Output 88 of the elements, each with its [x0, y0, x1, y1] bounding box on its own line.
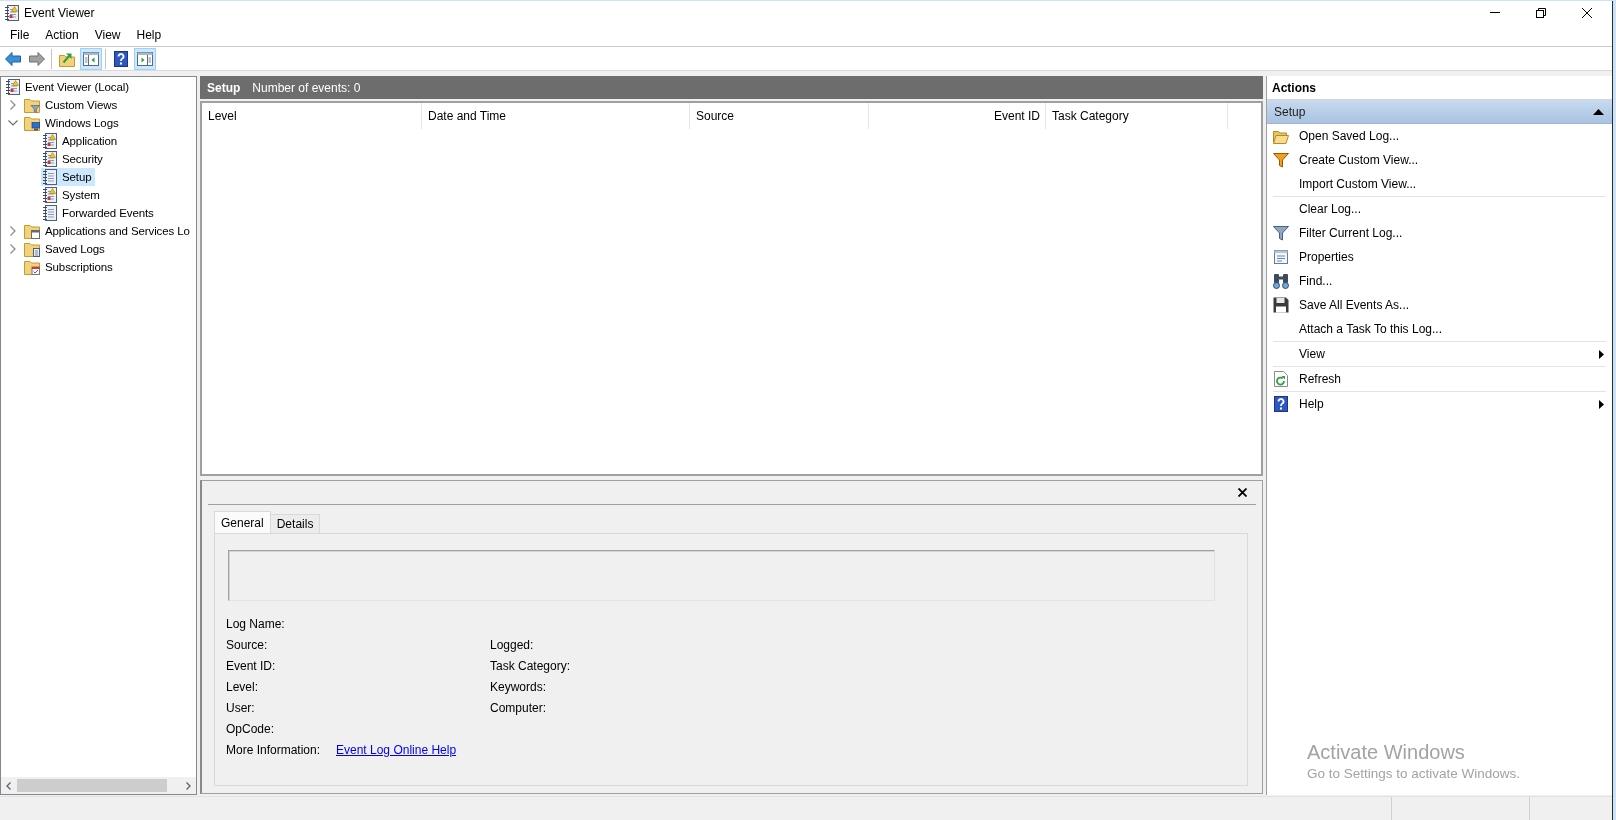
field-label: Source: [226, 638, 268, 653]
field-label: Event ID: [226, 659, 276, 674]
close-icon [1238, 488, 1247, 497]
tree-item[interactable]: System [41, 186, 103, 204]
tab[interactable]: Details [269, 514, 321, 533]
panel-right-icon [137, 51, 153, 66]
close-icon [1582, 7, 1592, 18]
tree-item[interactable]: Event Viewer (Local) [4, 78, 132, 96]
help-link[interactable]: Event Log Online Help [336, 742, 457, 757]
chevron-right-icon[interactable] [10, 226, 16, 236]
panel-left-icon [83, 51, 99, 66]
filter-folder-icon [24, 97, 40, 113]
command-item[interactable]: Help [1273, 392, 1606, 416]
chevron-down-icon[interactable] [8, 120, 18, 126]
tree-item[interactable]: Setup [41, 168, 95, 186]
funnel-icon [1273, 152, 1289, 168]
properties-icon [1273, 249, 1289, 265]
command-item[interactable]: Import Custom View... [1273, 172, 1606, 196]
binoculars-icon [1273, 273, 1289, 289]
funnel-icon [1273, 225, 1289, 241]
menu-item[interactable]: Help [128, 25, 170, 45]
refresh-icon [1274, 371, 1288, 387]
field-label: Keywords: [490, 680, 547, 695]
menu-item[interactable]: File [2, 25, 38, 45]
help-icon [1274, 396, 1288, 412]
log-folder-icon [24, 241, 40, 257]
tree-item[interactable]: Windows Logs [22, 114, 122, 132]
field-label: More Information: [226, 742, 322, 757]
field-label: OpCode: [226, 721, 275, 736]
caret-up-icon [1593, 108, 1604, 115]
activation-notice-subtitle: Go to Settings to activate Windows. [1307, 766, 1522, 781]
command-item[interactable]: Open Saved Log... [1273, 124, 1606, 148]
warning-log-icon [43, 151, 57, 167]
show-actions-button[interactable] [134, 47, 156, 70]
field-label: Task Category: [490, 659, 571, 674]
menu-item[interactable]: Action [37, 25, 87, 45]
minimize-icon [1490, 12, 1500, 13]
event-list[interactable]: Level Date and Time Source Event ID Task Category [200, 101, 1263, 476]
chevron-right-icon[interactable] [10, 244, 16, 254]
activation-notice-title: Activate Windows [1307, 741, 1466, 764]
event-count: Number of events: 0 [252, 80, 361, 95]
tree-item[interactable]: Forwarded Events [41, 204, 157, 222]
tree-item[interactable]: Application [41, 132, 121, 150]
open-folder-icon [1273, 128, 1289, 144]
command-item[interactable]: Properties [1273, 245, 1606, 269]
back-arrow-icon [5, 51, 21, 66]
event-log-icon [6, 79, 20, 95]
field-label: Computer: [490, 701, 547, 715]
close-button[interactable] [1236, 486, 1249, 499]
field-label: Log Name: [226, 617, 285, 632]
window-folder-icon [24, 223, 40, 239]
computer-folder-icon [24, 115, 40, 131]
field-label: User: [226, 701, 255, 715]
log-icon [43, 205, 57, 221]
command-item[interactable]: View [1273, 342, 1606, 366]
section-header[interactable]: Setup [1267, 100, 1612, 124]
tree-item[interactable]: Applications and Services Lo [22, 222, 193, 240]
tree-item[interactable]: Saved Logs [22, 240, 108, 258]
command-item[interactable]: Find... [1273, 269, 1606, 293]
log-icon [43, 169, 57, 185]
tab[interactable]: General [214, 511, 271, 533]
tree-item[interactable]: Security [41, 150, 106, 168]
events-header-title: Setup [207, 80, 241, 95]
chevron-right-icon[interactable] [10, 100, 16, 110]
calendar-folder-icon [24, 259, 40, 275]
tree-item[interactable]: Custom Views [22, 96, 121, 114]
command-item[interactable]: Refresh [1273, 367, 1606, 391]
tree-item[interactable]: Subscriptions [22, 258, 116, 276]
window-title: Event Viewer [24, 5, 95, 20]
command-item[interactable]: Filter Current Log... [1273, 221, 1606, 245]
field-label: Logged: [490, 638, 534, 653]
event-log-icon [5, 4, 19, 21]
command-item[interactable]: Save All Events As... [1273, 293, 1606, 317]
command-item[interactable]: Attach a Task To this Log... [1273, 317, 1606, 341]
scroll-left-icon [6, 781, 11, 790]
command-item[interactable]: Clear Log... [1273, 197, 1606, 221]
field-label: Level: [226, 680, 259, 695]
restore-icon [1536, 7, 1546, 18]
help-icon [114, 50, 128, 67]
horizontal-scrollbar[interactable] [1, 777, 196, 794]
forward-arrow-icon [29, 51, 45, 66]
command-item[interactable]: Create Custom View... [1273, 148, 1606, 172]
warning-log-icon [43, 133, 57, 149]
menu-item[interactable]: View [86, 25, 129, 45]
show-tree-button[interactable] [80, 47, 102, 70]
warning-log-icon [43, 187, 57, 203]
scroll-right-icon [186, 781, 191, 790]
scrollbar-thumb[interactable] [17, 779, 167, 792]
